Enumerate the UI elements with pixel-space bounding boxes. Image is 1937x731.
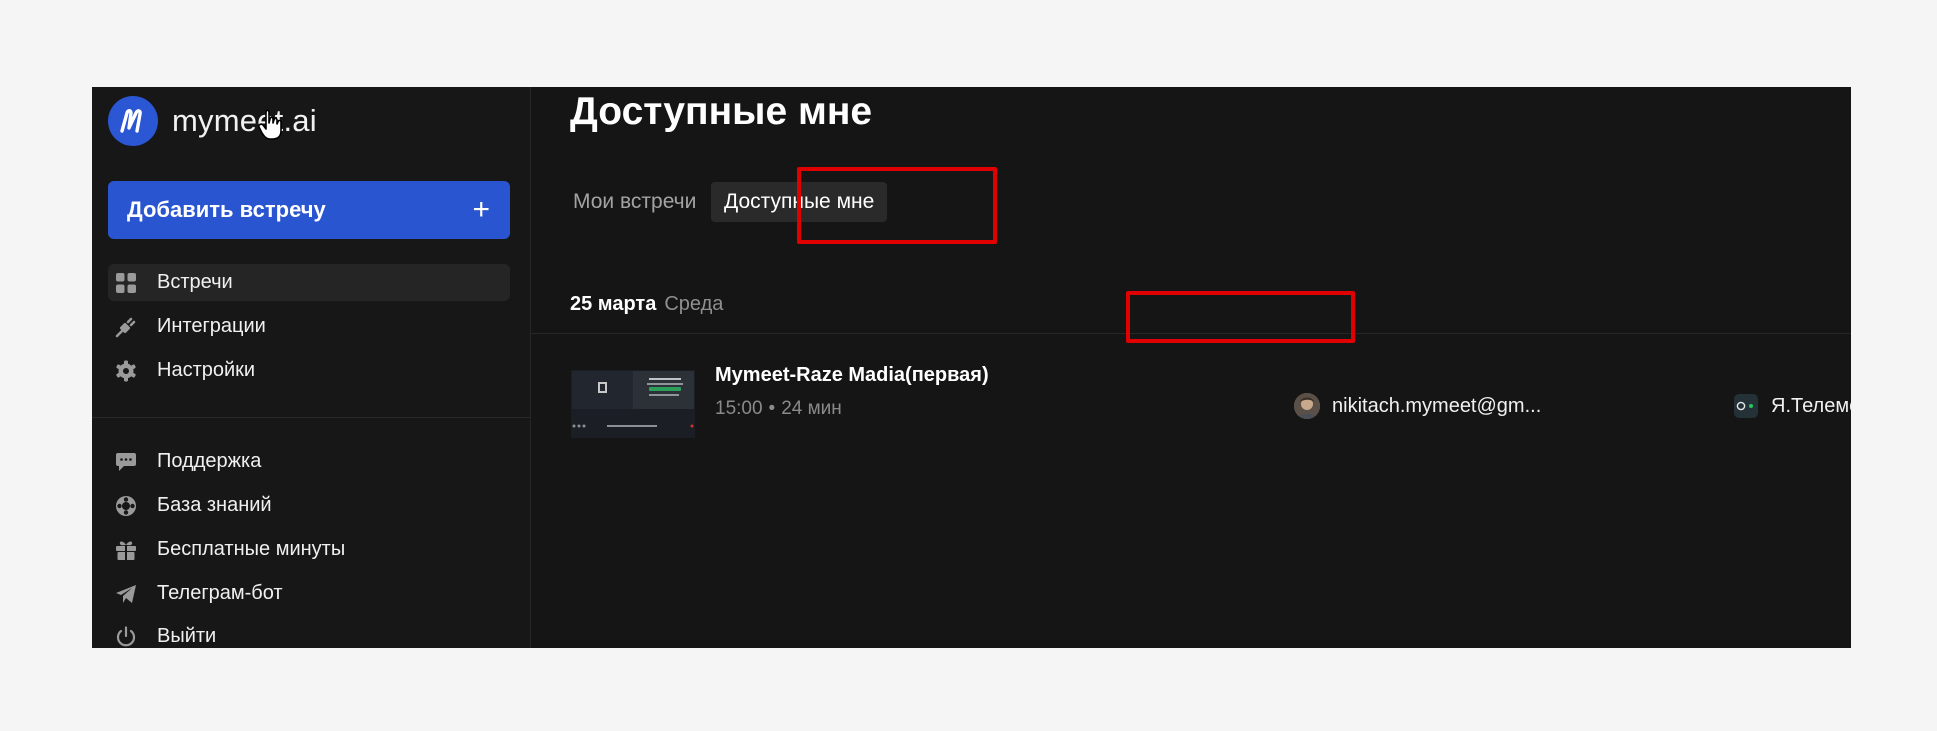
- tab-highlight-box: [797, 167, 997, 244]
- meeting-duration: 24 мин: [781, 398, 842, 419]
- plug-icon: [115, 316, 137, 338]
- sidebar-item-label: База знаний: [157, 494, 272, 516]
- gift-icon: [115, 539, 137, 561]
- sidebar-item-label: Бесплатные минуты: [157, 538, 346, 560]
- power-icon: [115, 625, 137, 648]
- sidebar-item-label: Настройки: [157, 359, 256, 381]
- sidebar-item-meetings[interactable]: Встречи: [108, 264, 510, 301]
- date-group-header: 25 марта Среда: [570, 293, 723, 316]
- meeting-platform: Я.Телемост: [1734, 390, 1851, 422]
- main-content: Доступные мне Мои встречи Доступные мне …: [531, 87, 1851, 648]
- owner-email: nikitach.mymeet@gm...: [1332, 394, 1542, 417]
- date-label: 25 марта: [570, 293, 657, 315]
- plus-icon: +: [472, 193, 490, 226]
- weekday-label: Среда: [664, 293, 724, 315]
- gear-icon: [115, 360, 137, 382]
- paper-plane-icon: [115, 583, 137, 605]
- sidebar-item-label: Телеграм-бот: [157, 582, 283, 604]
- lifebuoy-icon: [115, 495, 137, 517]
- sidebar-item-integrations[interactable]: Интеграции: [108, 308, 510, 345]
- meeting-time: 15:00: [715, 398, 763, 419]
- sidebar-item-knowledge-base[interactable]: База знаний: [108, 487, 510, 524]
- add-meeting-label: Добавить встречу: [127, 197, 326, 222]
- add-meeting-button[interactable]: Добавить встречу +: [108, 181, 510, 239]
- sidebar-item-settings[interactable]: Настройки: [108, 352, 510, 389]
- meeting-title[interactable]: Mymeet-Raze Madia(первая): [715, 364, 989, 387]
- meta-separator: •: [768, 398, 776, 419]
- avatar: [1294, 393, 1320, 419]
- logo[interactable]: mymeet.ai: [108, 95, 317, 147]
- sidebar-item-support[interactable]: Поддержка: [108, 443, 510, 480]
- sidebar-item-label: Интеграции: [157, 315, 266, 337]
- sidebar-item-telegram-bot[interactable]: Телеграм-бот: [108, 575, 510, 612]
- meeting-owner[interactable]: nikitach.mymeet@gm...: [1294, 390, 1541, 422]
- sidebar-item-label: Поддержка: [157, 450, 262, 472]
- logo-text: mymeet.ai: [172, 103, 317, 138]
- page-title: Доступные мне: [570, 90, 873, 133]
- owner-highlight-box: [1126, 291, 1355, 343]
- app-window: mymeet.ai Добавить встречу + Встречи Инт…: [92, 87, 1851, 648]
- hand-cursor-icon: [258, 109, 282, 140]
- sidebar-item-logout[interactable]: Выйти: [108, 618, 510, 648]
- sidebar-item-free-minutes[interactable]: Бесплатные минуты: [108, 531, 510, 568]
- sidebar-item-label: Встречи: [157, 271, 233, 293]
- tab-my-meetings[interactable]: Мои встречи: [573, 182, 696, 222]
- meeting-thumbnail[interactable]: [571, 370, 695, 438]
- sidebar: mymeet.ai Добавить встречу + Встречи Инт…: [92, 87, 531, 648]
- meeting-meta: 15:00 • 24 мин: [715, 398, 842, 420]
- sidebar-item-label: Выйти: [157, 625, 217, 647]
- sidebar-divider: [92, 417, 530, 418]
- chat-bubble-icon: [115, 451, 137, 473]
- logo-icon: [108, 96, 158, 146]
- grid-icon: [115, 272, 137, 294]
- platform-label: Я.Телемост: [1771, 394, 1851, 417]
- telemost-icon: [1734, 394, 1758, 418]
